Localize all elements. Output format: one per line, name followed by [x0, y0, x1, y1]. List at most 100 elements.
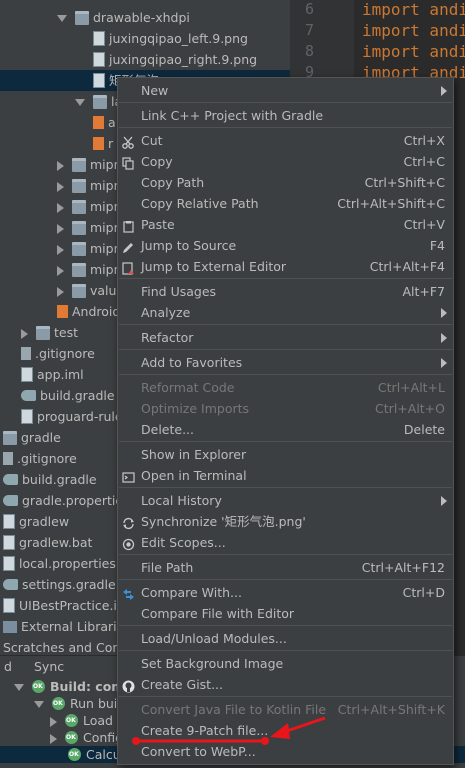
chevron-right-icon[interactable]	[50, 716, 57, 727]
menu-item-label: Find Usages	[141, 284, 217, 299]
tree-row-label: r	[108, 136, 114, 151]
scissors-icon	[122, 134, 135, 149]
menu-item-jump-to-source[interactable]: Jump to Source F4	[118, 235, 453, 256]
menu-item-link-c-project-with-gradle[interactable]: Link C++ Project with Gradle	[118, 105, 453, 126]
chevron-right-icon[interactable]	[57, 286, 64, 297]
chevron-down-icon[interactable]	[75, 99, 85, 106]
menu-item-copy-path[interactable]: Copy Path Ctrl+Shift+C	[118, 172, 453, 193]
tree-row-label: External Libraries	[21, 619, 131, 634]
ok-status-icon	[65, 731, 78, 744]
chevron-right-icon[interactable]	[57, 265, 64, 276]
menu-item-label: New	[141, 83, 169, 98]
menu-item-label: Compare File with Editor	[141, 606, 295, 621]
terminal-icon	[122, 469, 135, 483]
menu-item-edit-scopes[interactable]: Edit Scopes...	[118, 532, 453, 553]
chevron-down-icon[interactable]	[34, 701, 44, 708]
menu-item-shortcut: Ctrl+Alt+O	[375, 401, 445, 416]
file-icon	[93, 73, 105, 88]
code-line[interactable]: import andi	[362, 42, 465, 61]
chevron-down-icon[interactable]	[57, 15, 67, 22]
tab-build-left[interactable]: d	[4, 656, 12, 677]
submenu-arrow-icon	[441, 86, 447, 96]
file-icon	[3, 535, 15, 550]
tree-row-label: gradle	[21, 430, 61, 445]
menu-item-label: Local History	[141, 493, 222, 508]
menu-item-set-background-image[interactable]: Set Background Image	[118, 653, 453, 674]
copy-icon	[122, 155, 135, 170]
menu-item-create-gist[interactable]: Create Gist...	[118, 674, 453, 695]
chevron-right-icon[interactable]	[57, 202, 64, 213]
tree-row[interactable]: juxingqipao_left.9.png	[0, 28, 290, 49]
tab-sync[interactable]: Sync	[34, 656, 64, 677]
menu-item-analyze[interactable]: Analyze	[118, 302, 453, 323]
menu-separator	[119, 324, 452, 325]
annotation-dot-left	[132, 737, 140, 745]
menu-item-load-unload-modules[interactable]: Load/Unload Modules...	[118, 628, 453, 649]
menu-item-refactor[interactable]: Refactor	[118, 327, 453, 348]
chevron-right-icon[interactable]	[57, 160, 64, 171]
menu-item-copy-relative-path[interactable]: Copy Relative Path Ctrl+Alt+Shift+C	[118, 193, 453, 214]
menu-item-add-to-favorites[interactable]: Add to Favorites	[118, 352, 453, 373]
menu-separator	[119, 349, 452, 350]
menu-item-label: Compare With...	[141, 585, 242, 600]
ok-status-icon	[68, 748, 81, 761]
menu-item-file-path[interactable]: File Path Ctrl+Alt+F12	[118, 557, 453, 578]
menu-item-reformat-code[interactable]: Reformat Code Ctrl+Alt+L	[118, 377, 453, 398]
tree-row-label: local.properties	[19, 556, 116, 571]
menu-item-optimize-imports[interactable]: Optimize Imports Ctrl+Alt+O	[118, 398, 453, 419]
chevron-down-icon[interactable]	[14, 684, 24, 691]
chevron-right-icon[interactable]	[21, 328, 28, 339]
menu-item-find-usages[interactable]: Find Usages Alt+F7	[118, 281, 453, 302]
tree-row-label: app.iml	[37, 367, 84, 382]
menu-item-shortcut: Ctrl+X	[403, 133, 445, 148]
menu-item-local-history[interactable]: Local History	[118, 490, 453, 511]
menu-item-label: Optimize Imports	[141, 401, 250, 416]
tree-row-label: gradlew	[19, 514, 70, 529]
menu-item-cut[interactable]: Cut Ctrl+X	[118, 130, 453, 151]
tree-row[interactable]: drawable-xhdpi	[0, 7, 290, 28]
menu-item-compare-file-with-editor[interactable]: Compare File with Editor	[118, 603, 453, 624]
menu-item-shortcut: Ctrl+Alt+L	[377, 380, 445, 395]
menu-item-copy[interactable]: Copy Ctrl+C	[118, 151, 453, 172]
menu-item-label: Link C++ Project with Gradle	[141, 108, 324, 123]
menu-item-show-in-explorer[interactable]: Show in Explorer	[118, 444, 453, 465]
code-line[interactable]: import andi	[362, 0, 465, 19]
menu-separator	[119, 487, 452, 488]
menu-item-new[interactable]: New	[118, 80, 453, 101]
chevron-right-icon[interactable]	[57, 223, 64, 234]
menu-item-delete[interactable]: Delete... Delete	[118, 419, 453, 440]
ok-status-icon	[32, 680, 45, 693]
submenu-arrow-icon	[441, 333, 447, 343]
menu-item-label: Edit Scopes...	[141, 535, 226, 550]
menu-separator	[119, 579, 452, 580]
tree-row-label: .gitignore	[35, 346, 95, 361]
file-icon	[3, 556, 15, 571]
menu-item-shortcut: Ctrl+Alt+Shift+C	[337, 196, 445, 211]
chevron-right-icon[interactable]	[57, 244, 64, 255]
git-file-icon	[21, 347, 31, 360]
chevron-right-icon[interactable]	[50, 733, 57, 744]
folder-icon	[72, 199, 86, 214]
menu-separator	[119, 127, 452, 128]
tree-row-label: gradlew.bat	[19, 535, 93, 550]
file-icon	[93, 31, 105, 46]
annotation-arrow-head	[270, 723, 290, 739]
menu-item-open-in-terminal[interactable]: Open in Terminal	[118, 465, 453, 486]
menu-item-shortcut: Ctrl+Alt+F4	[369, 259, 445, 274]
paste-icon	[122, 218, 135, 233]
menu-item-paste[interactable]: Paste Ctrl+V	[118, 214, 453, 235]
code-line[interactable]: import andi	[362, 21, 465, 40]
ok-status-icon	[65, 714, 78, 727]
menu-item-compare-with[interactable]: Compare With... Ctrl+D	[118, 582, 453, 603]
chevron-right-icon[interactable]	[57, 181, 64, 192]
xml-file-icon	[93, 116, 104, 129]
menu-item-synchronize-png[interactable]: Synchronize '矩形气泡.png'	[118, 511, 453, 532]
menu-item-label: Analyze	[141, 305, 191, 320]
file-icon	[21, 409, 33, 424]
tree-row[interactable]: juxingqipao_right.9.png	[0, 49, 290, 70]
folder-icon	[93, 94, 107, 109]
folder-icon	[72, 262, 86, 277]
menu-item-jump-to-external-editor[interactable]: Jump to External Editor Ctrl+Alt+F4	[118, 256, 453, 277]
tree-row-label: a	[108, 115, 116, 130]
tree-row-label: UIBestPractice.iml	[19, 598, 133, 613]
